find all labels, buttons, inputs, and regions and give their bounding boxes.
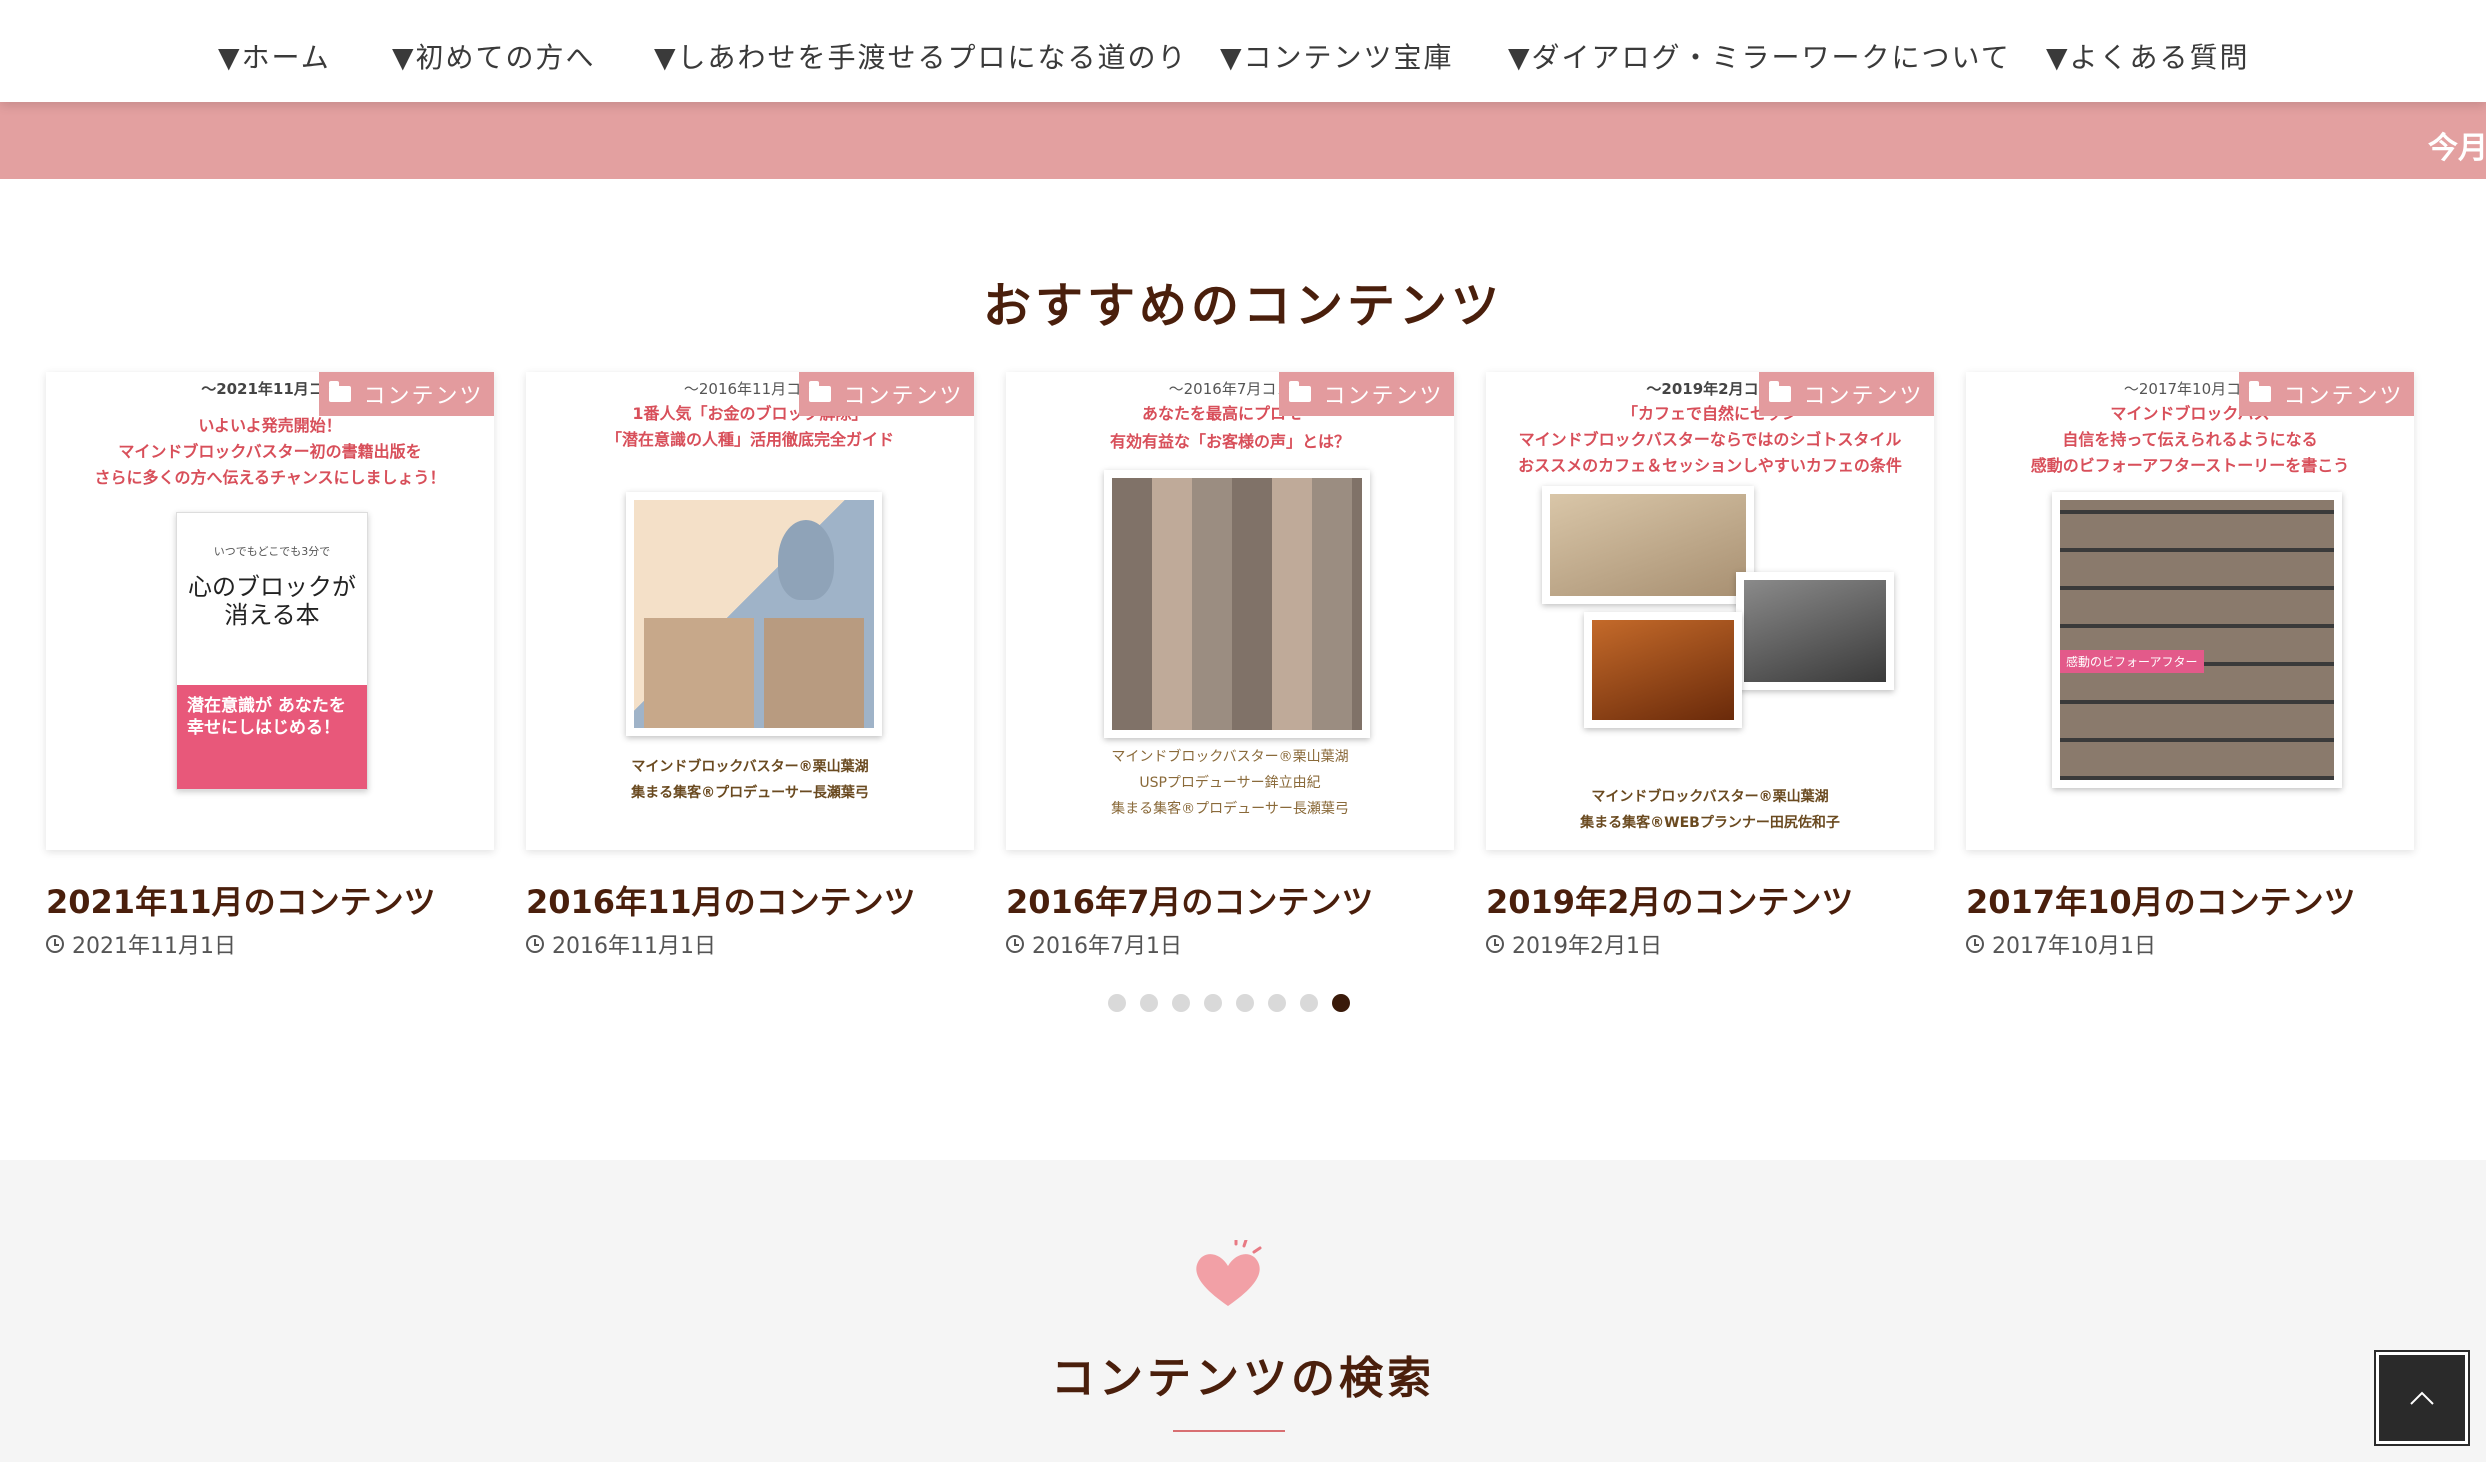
card-thumbnail[interactable]: 〜2016年11月コン 1番人気「お金のブロック解除」 「潜在意識の人種」活用徹… <box>526 372 974 850</box>
nav-item-contents[interactable]: ▼コンテンツ宝庫 <box>1220 36 1454 76</box>
card-date-text: 2019年2月1日 <box>1512 934 1662 959</box>
content-card[interactable]: 〜2016年11月コン 1番人気「お金のブロック解除」 「潜在意識の人種」活用徹… <box>526 372 974 959</box>
carousel-dot[interactable] <box>1236 994 1254 1012</box>
zoom-collage-image: 感動のビフォーアフター <box>2052 492 2342 788</box>
card-title[interactable]: 2021年11月のコンテンツ <box>46 877 436 923</box>
book-cover-image: いつでもどこでも3分で 心のブロックが消える本 潜在意識が あなたを 幸せにしは… <box>176 512 368 790</box>
book-title: 心のブロックが消える本 <box>188 573 356 629</box>
chevron-up-icon <box>2410 1391 2434 1405</box>
nav-item-faq[interactable]: ▼よくある質問 <box>2046 36 2250 76</box>
card-thumbnail[interactable]: 〜2021年11月コン いよいよ発売開始！ マインドブロックバスター初の書籍出版… <box>46 372 494 850</box>
book-band-text: 潜在意識が あなたを 幸せにしはじめる！ <box>187 696 346 738</box>
photo-woman <box>1542 486 1754 604</box>
card-thumbnail[interactable]: 〜2017年10月コン マインドブロックバス 自信を持って伝えられるようになる … <box>1966 372 2414 850</box>
card-thumbnail[interactable]: 〜2016年7月コン あなたを最高にプロモー 有効有益な「お客様の声」とは？ マ… <box>1006 372 1454 850</box>
thumb-footer: マインドブロックバスター®栗山葉湖 <box>631 759 869 775</box>
nav-item-first-time[interactable]: ▼初めての方へ <box>392 36 596 76</box>
book-subtitle: いつでもどこでも3分で <box>213 545 331 558</box>
carousel-dot[interactable] <box>1172 994 1190 1012</box>
card-date: 2016年7月1日 <box>1006 928 1182 960</box>
category-badge[interactable]: コンテンツ <box>799 372 974 416</box>
category-badge[interactable]: コンテンツ <box>319 372 494 416</box>
recommended-title: おすすめのコンテンツ <box>982 278 1503 334</box>
thumb-footer: 集まる集客®WEBプランナー田尻佐和子 <box>1580 815 1840 831</box>
folder-icon <box>1289 381 1312 402</box>
photo-cafe <box>1584 612 1742 728</box>
thumb-footer: マインドブロックバスター®栗山葉湖 <box>1591 789 1829 805</box>
carousel-dot[interactable] <box>1204 994 1222 1012</box>
category-label: コンテンツ <box>1323 384 1444 409</box>
carousel-pagination <box>1108 994 1350 1012</box>
card-thumbnail[interactable]: 〜2019年2月コン 「カフェで自然にセッシ マインドブロックバスターならではの… <box>1486 372 1934 850</box>
title-underline <box>1173 1430 1285 1432</box>
photo-group <box>1736 572 1894 690</box>
card-date: 2019年2月1日 <box>1486 928 1662 960</box>
thumb-line: おススメのカフェ＆セッションしやすいカフェの条件 <box>1518 456 1902 475</box>
nav-item-dialog-mirror[interactable]: ▼ダイアログ・ミラーワークについて <box>1508 36 2011 76</box>
thumb-line: 有効有益な「お客様の声」とは？ <box>1109 432 1350 451</box>
thumb-caption: 感動のビフォーアフター <box>2060 650 2204 673</box>
thumb-line: 感動のビフォーアフターストーリーを書こう <box>2030 456 2350 475</box>
carousel-dot[interactable] <box>1108 994 1126 1012</box>
thumb-line: さらに多くの方へ伝えるチャンスにしましょう！ <box>94 468 446 487</box>
illustration-image <box>626 492 882 736</box>
clock-icon <box>1006 935 1024 953</box>
category-label: コンテンツ <box>843 384 964 409</box>
clock-icon <box>1486 935 1504 953</box>
search-title: コンテンツの検索 <box>1051 1353 1435 1404</box>
thumb-footer: USPプロデューサー鉾立由紀 <box>1139 775 1321 791</box>
nav-item-path-to-pro[interactable]: ▼しあわせを手渡せるプロになる道のり <box>654 36 1188 76</box>
ticker-text[interactable]: 今月 <box>2428 123 2486 167</box>
folder-icon <box>2249 381 2272 402</box>
card-date-text: 2017年10月1日 <box>1992 934 2156 959</box>
thumb-footer: 集まる集客®プロデューサー長瀬葉弓 <box>631 785 869 801</box>
carousel-dot[interactable] <box>1140 994 1158 1012</box>
carousel-dot[interactable] <box>1332 994 1350 1012</box>
category-label: コンテンツ <box>363 384 484 409</box>
card-date-text: 2016年11月1日 <box>552 934 716 959</box>
clock-icon <box>46 935 64 953</box>
clock-icon <box>526 935 544 953</box>
category-badge[interactable]: コンテンツ <box>1279 372 1454 416</box>
category-badge[interactable]: コンテンツ <box>2239 372 2414 416</box>
content-card[interactable]: 〜2021年11月コン いよいよ発売開始！ マインドブロックバスター初の書籍出版… <box>46 372 494 959</box>
card-date: 2016年11月1日 <box>526 928 716 960</box>
content-card[interactable]: 〜2019年2月コン 「カフェで自然にセッシ マインドブロックバスターならではの… <box>1486 372 1934 959</box>
card-title[interactable]: 2017年10月のコンテンツ <box>1966 877 2356 923</box>
main-nav: ▼ホーム ▼初めての方へ ▼しあわせを手渡せるプロになる道のり ▼コンテンツ宝庫… <box>0 0 2486 102</box>
folder-icon <box>329 381 352 402</box>
card-title[interactable]: 2016年7月のコンテンツ <box>1006 877 1373 923</box>
folder-icon <box>809 381 832 402</box>
news-ticker[interactable]: 今月 <box>0 102 2486 179</box>
category-badge[interactable]: コンテンツ <box>1759 372 1934 416</box>
category-label: コンテンツ <box>1803 384 1924 409</box>
thumb-line: マインドブロックバスターならではのシゴトスタイル <box>1518 430 1902 449</box>
clock-icon <box>1966 935 1984 953</box>
thumb-line: 自信を持って伝えられるようになる <box>2062 430 2318 449</box>
book-band: 潜在意識が あなたを 幸せにしはじめる！ <box>177 685 367 789</box>
content-card[interactable]: 〜2017年10月コン マインドブロックバス 自信を持って伝えられるようになる … <box>1966 372 2414 959</box>
card-title[interactable]: 2016年11月のコンテンツ <box>526 877 916 923</box>
heart-icon <box>1196 1240 1262 1306</box>
thumb-footer: 集まる集客®プロデューサー長瀬葉弓 <box>1111 801 1349 817</box>
card-date-text: 2016年7月1日 <box>1032 934 1182 959</box>
carousel-dot[interactable] <box>1268 994 1286 1012</box>
thumb-line: マインドブロックバスター初の書籍出版を <box>118 442 422 461</box>
carousel-dot[interactable] <box>1300 994 1318 1012</box>
card-title[interactable]: 2019年2月のコンテンツ <box>1486 877 1853 923</box>
card-date: 2021年11月1日 <box>46 928 236 960</box>
nav-item-home[interactable]: ▼ホーム <box>218 36 331 76</box>
thumb-footer: マインドブロックバスター®栗山葉湖 <box>1111 749 1349 765</box>
folder-icon <box>1769 381 1792 402</box>
content-card[interactable]: 〜2016年7月コン あなたを最高にプロモー 有効有益な「お客様の声」とは？ マ… <box>1006 372 1454 959</box>
card-date-text: 2021年11月1日 <box>72 934 236 959</box>
category-label: コンテンツ <box>2283 384 2404 409</box>
back-to-top-button[interactable] <box>2376 1352 2468 1444</box>
collage-image <box>1104 470 1370 738</box>
card-date: 2017年10月1日 <box>1966 928 2156 960</box>
thumb-line: 「潜在意識の人種」活用徹底完全ガイド <box>605 430 894 449</box>
